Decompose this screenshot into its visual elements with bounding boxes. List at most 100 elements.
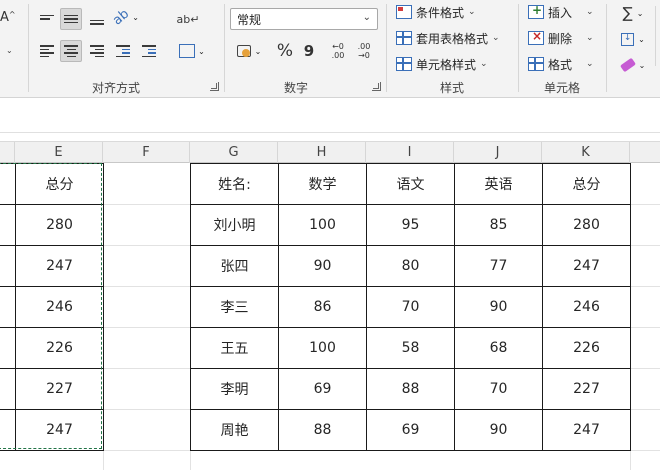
increase-decimal-icon[interactable]: ←0.00 [326,40,350,62]
table-header-cell[interactable]: 姓名: [190,163,279,205]
column-header-i[interactable]: I [366,142,454,164]
format-button[interactable]: 格式 ⌄ [528,54,594,74]
table-cell[interactable]: 88 [278,409,367,451]
wrap-text-icon[interactable]: ab↵ [176,8,200,30]
table-row: 280 [0,204,104,246]
group-separator [386,4,387,92]
column-header-partial[interactable] [0,142,15,164]
table-header-cell[interactable]: 语文 [366,163,455,205]
align-left-icon[interactable] [36,40,58,62]
table-cell[interactable]: 王五 [190,327,279,369]
font-color-partial[interactable]: A^ [0,10,16,25]
comma-style-icon[interactable]: 9 [298,40,320,62]
column-header-g[interactable]: G [190,142,278,164]
column-header-e[interactable]: E [15,142,103,164]
table-cell[interactable]: 247 [542,409,631,451]
table-cell[interactable] [0,286,16,328]
format-as-table-button[interactable]: 套用表格格式 ⌄ [396,28,500,48]
table-row: 李明 69 88 70 227 [190,368,631,410]
table-row: 周艳 88 69 90 247 [190,409,631,451]
insert-button[interactable]: 插入 ⌄ [528,2,594,22]
format-as-table-icon [396,31,412,45]
clear-button[interactable]: ⌄ [616,54,650,76]
table-cell[interactable]: 80 [366,245,455,287]
align-middle-icon[interactable] [60,8,82,30]
table-cell[interactable]: 90 [278,245,367,287]
number-format-select[interactable]: 常规 ⌄ [230,8,378,30]
table-cell[interactable]: 90 [454,409,543,451]
table-cell[interactable] [0,368,16,410]
conditional-formatting-button[interactable]: 条件格式 ⌄ [396,2,476,22]
table-cell[interactable]: 280 [542,204,631,246]
table-cell[interactable]: 226 [542,327,631,369]
table-cell[interactable]: 77 [454,245,543,287]
table-cell[interactable]: 70 [454,368,543,410]
font-size-grow-label: A [0,10,9,25]
table-cell[interactable]: 总分 [15,163,104,205]
merge-center-icon[interactable]: ⌄ [176,40,208,62]
table-cell[interactable]: 69 [278,368,367,410]
align-right-icon[interactable] [86,40,108,62]
number-launcher-icon[interactable] [372,82,381,91]
orientation-icon[interactable]: ab ⌄ [110,6,140,28]
table-cell[interactable]: 李明 [190,368,279,410]
table-cell[interactable]: 100 [278,327,367,369]
align-top-icon[interactable] [36,8,58,30]
table-cell[interactable]: 周艳 [190,409,279,451]
table-cell[interactable]: 247 [15,245,104,287]
table-cell[interactable] [0,204,16,246]
table-cell[interactable]: 246 [542,286,631,328]
decrease-indent-icon[interactable] [112,40,134,62]
chevron-down-icon: ⌄ [586,59,594,69]
column-header-h[interactable]: H [278,142,366,164]
table-cell[interactable] [0,245,16,287]
column-header-partial[interactable] [630,142,660,164]
table-cell[interactable] [0,163,16,205]
font-dropdown-caret-icon[interactable]: ⌄ [6,46,13,55]
column-header-j[interactable]: J [454,142,542,164]
table-cell[interactable]: 86 [278,286,367,328]
percent-style-icon[interactable]: % [274,40,296,62]
cell-styles-button[interactable]: 单元格样式 ⌄ [396,54,488,74]
alignment-group-label: 对齐方式 [91,81,140,95]
table-cell[interactable]: 李三 [190,286,279,328]
table-cell[interactable] [0,327,16,369]
table-cell[interactable]: 90 [454,286,543,328]
alignment-launcher-icon[interactable] [210,82,219,91]
table-cell[interactable]: 88 [366,368,455,410]
table-cell[interactable]: 226 [15,327,104,369]
table-row: 总分 [0,163,104,205]
table-cell[interactable]: 68 [454,327,543,369]
insert-cells-icon [528,3,544,19]
table-cell[interactable]: 100 [278,204,367,246]
table-header-cell[interactable]: 英语 [454,163,543,205]
table-cell[interactable]: 227 [15,368,104,410]
table-cell[interactable]: 227 [542,368,631,410]
group-separator [28,4,29,92]
table-cell[interactable]: 刘小明 [190,204,279,246]
table-cell[interactable]: 280 [15,204,104,246]
align-center-icon[interactable] [60,40,82,62]
table-cell[interactable]: 246 [15,286,104,328]
table-cell[interactable]: 70 [366,286,455,328]
table-cell[interactable]: 69 [366,409,455,451]
table-cell[interactable] [0,409,16,451]
table-cell[interactable]: 95 [366,204,455,246]
table-cell[interactable]: 85 [454,204,543,246]
table-cell[interactable]: 247 [542,245,631,287]
decrease-decimal-icon[interactable]: .00 →0 [352,40,376,62]
delete-button[interactable]: 删除 ⌄ [528,28,594,48]
accounting-format-icon[interactable]: ⌄ [232,40,266,62]
table-header-cell[interactable]: 数学 [278,163,367,205]
table-header-cell[interactable]: 总分 [542,163,631,205]
autosum-button[interactable]: ∑ ⌄ [616,2,650,24]
table-cell[interactable]: 58 [366,327,455,369]
table-cell[interactable]: 247 [15,409,104,451]
column-header-f[interactable]: F [103,142,190,164]
chevron-down-icon: ⌄ [468,7,476,17]
align-bottom-icon[interactable] [86,8,108,30]
increase-indent-icon[interactable] [138,40,160,62]
table-cell[interactable]: 张四 [190,245,279,287]
column-header-k[interactable]: K [542,142,630,164]
fill-button[interactable]: ↓ ⌄ [616,28,650,50]
